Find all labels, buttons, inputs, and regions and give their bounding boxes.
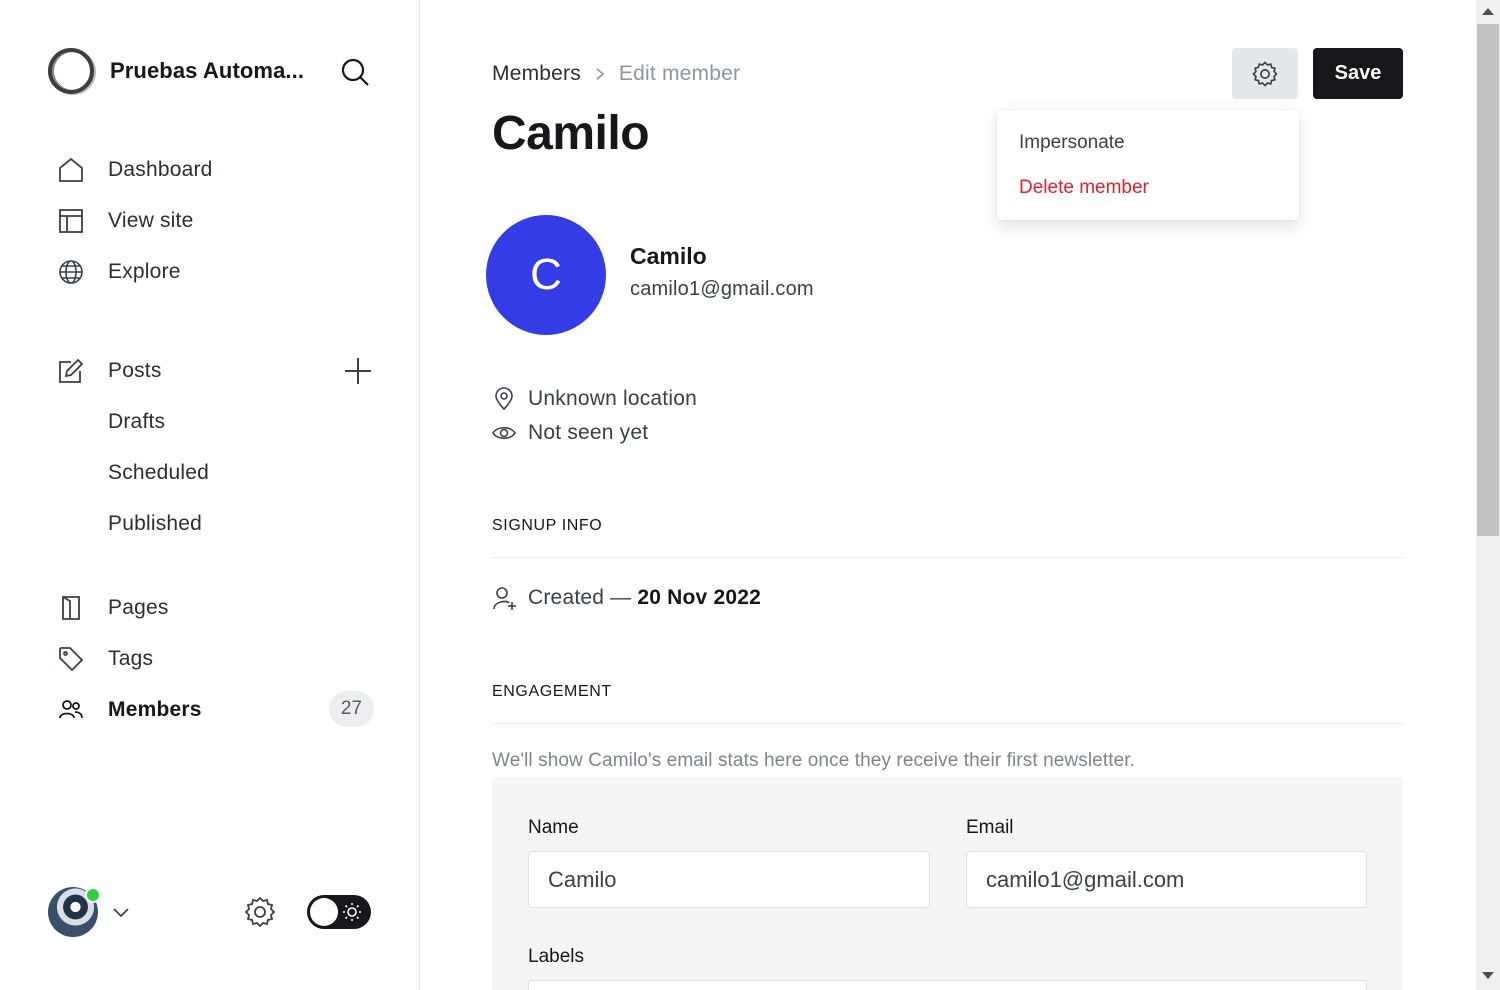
nav-view-site-label: View site — [108, 209, 194, 232]
member-form: Name Camilo Email camilo1@gmail.com Labe… — [492, 777, 1403, 990]
chevron-right-icon — [596, 68, 605, 80]
breadcrumb-members-link[interactable]: Members — [492, 62, 581, 86]
page-title: Camilo — [492, 107, 650, 160]
edit-icon — [56, 356, 86, 386]
site-brand[interactable]: Pruebas Automa... — [48, 48, 320, 94]
search-icon[interactable] — [340, 57, 370, 87]
page-icon — [56, 593, 86, 623]
nav-tags[interactable]: Tags — [56, 639, 153, 679]
sidebar: Pruebas Automa... Dashboard View site Ex… — [0, 0, 420, 990]
globe-icon — [56, 257, 86, 287]
nav-pages[interactable]: Pages — [56, 588, 169, 628]
member-actions-dropdown: Impersonate Delete member — [997, 110, 1299, 220]
member-email: camilo1@gmail.com — [630, 278, 814, 300]
member-last-seen-text: Not seen yet — [528, 421, 649, 444]
gear-icon — [1252, 60, 1278, 87]
name-label: Name — [528, 817, 579, 838]
created-prefix: Created — — [528, 586, 632, 609]
main-content: Members Edit member Camilo Save Imperson… — [420, 0, 1476, 990]
engagement-note: We'll show Camilo's email stats here onc… — [492, 750, 1136, 771]
nav-dashboard[interactable]: Dashboard — [56, 150, 213, 190]
members-count-badge: 27 — [329, 691, 374, 727]
nav-members[interactable]: Members — [56, 690, 202, 730]
plus-icon[interactable] — [343, 356, 373, 386]
name-field[interactable]: Camilo — [528, 851, 930, 908]
nav-tags-label: Tags — [108, 647, 154, 670]
sun-icon — [343, 903, 361, 921]
engagement-heading: ENGAGEMENT — [492, 683, 612, 700]
home-icon — [56, 155, 86, 185]
chevron-down-icon[interactable] — [110, 901, 132, 923]
nav-view-site[interactable]: View site — [56, 201, 193, 241]
impersonate-menu-item[interactable]: Impersonate — [997, 120, 1299, 165]
member-last-seen: Not seen yet — [492, 421, 648, 445]
site-name: Pruebas Automa... — [110, 58, 305, 83]
scroll-down-arrow[interactable] — [1482, 972, 1494, 979]
nav-explore-label: Explore — [108, 260, 181, 283]
location-pin-icon — [492, 387, 516, 411]
member-settings-button[interactable] — [1232, 48, 1298, 99]
breadcrumb-current: Edit member — [618, 62, 741, 85]
nav-published[interactable]: Published — [108, 504, 202, 544]
gear-icon[interactable] — [243, 895, 277, 929]
created-info: Created — 20 Nov 2022 — [492, 585, 761, 611]
signup-info-heading: SIGNUP INFO — [492, 517, 603, 534]
save-button[interactable]: Save — [1313, 48, 1403, 99]
site-logo — [48, 48, 94, 94]
scrollbar-thumb[interactable] — [1477, 24, 1499, 536]
nav-members-label: Members — [108, 698, 202, 721]
theme-toggle[interactable] — [307, 895, 371, 929]
member-avatar: C — [486, 215, 606, 335]
member-location: Unknown location — [492, 387, 697, 411]
online-status-dot — [85, 887, 101, 903]
nav-explore[interactable]: Explore — [56, 252, 181, 292]
eye-icon — [492, 421, 516, 445]
nav-drafts[interactable]: Drafts — [108, 402, 165, 442]
nav-scheduled[interactable]: Scheduled — [108, 453, 209, 493]
divider — [492, 723, 1403, 724]
delete-member-menu-item[interactable]: Delete member — [997, 165, 1299, 210]
divider — [492, 557, 1403, 558]
user-add-icon — [492, 585, 518, 611]
email-field[interactable]: camilo1@gmail.com — [966, 851, 1367, 908]
labels-label: Labels — [528, 946, 584, 967]
members-icon — [56, 695, 86, 725]
created-date: 20 Nov 2022 — [637, 586, 761, 609]
member-name: Camilo — [630, 243, 707, 269]
scrollbar[interactable] — [1476, 0, 1500, 990]
nav-pages-label: Pages — [108, 596, 169, 619]
nav-dashboard-label: Dashboard — [108, 158, 213, 181]
nav-posts[interactable]: Posts — [56, 351, 162, 391]
member-location-text: Unknown location — [528, 387, 697, 410]
toggle-knob — [310, 898, 338, 926]
nav-posts-label: Posts — [108, 359, 162, 382]
tag-icon — [56, 644, 86, 674]
labels-field[interactable] — [528, 980, 1367, 990]
breadcrumb: Members Edit member — [492, 62, 740, 86]
scroll-up-arrow[interactable] — [1482, 8, 1494, 15]
email-label: Email — [966, 817, 1014, 838]
layout-icon — [56, 206, 86, 236]
